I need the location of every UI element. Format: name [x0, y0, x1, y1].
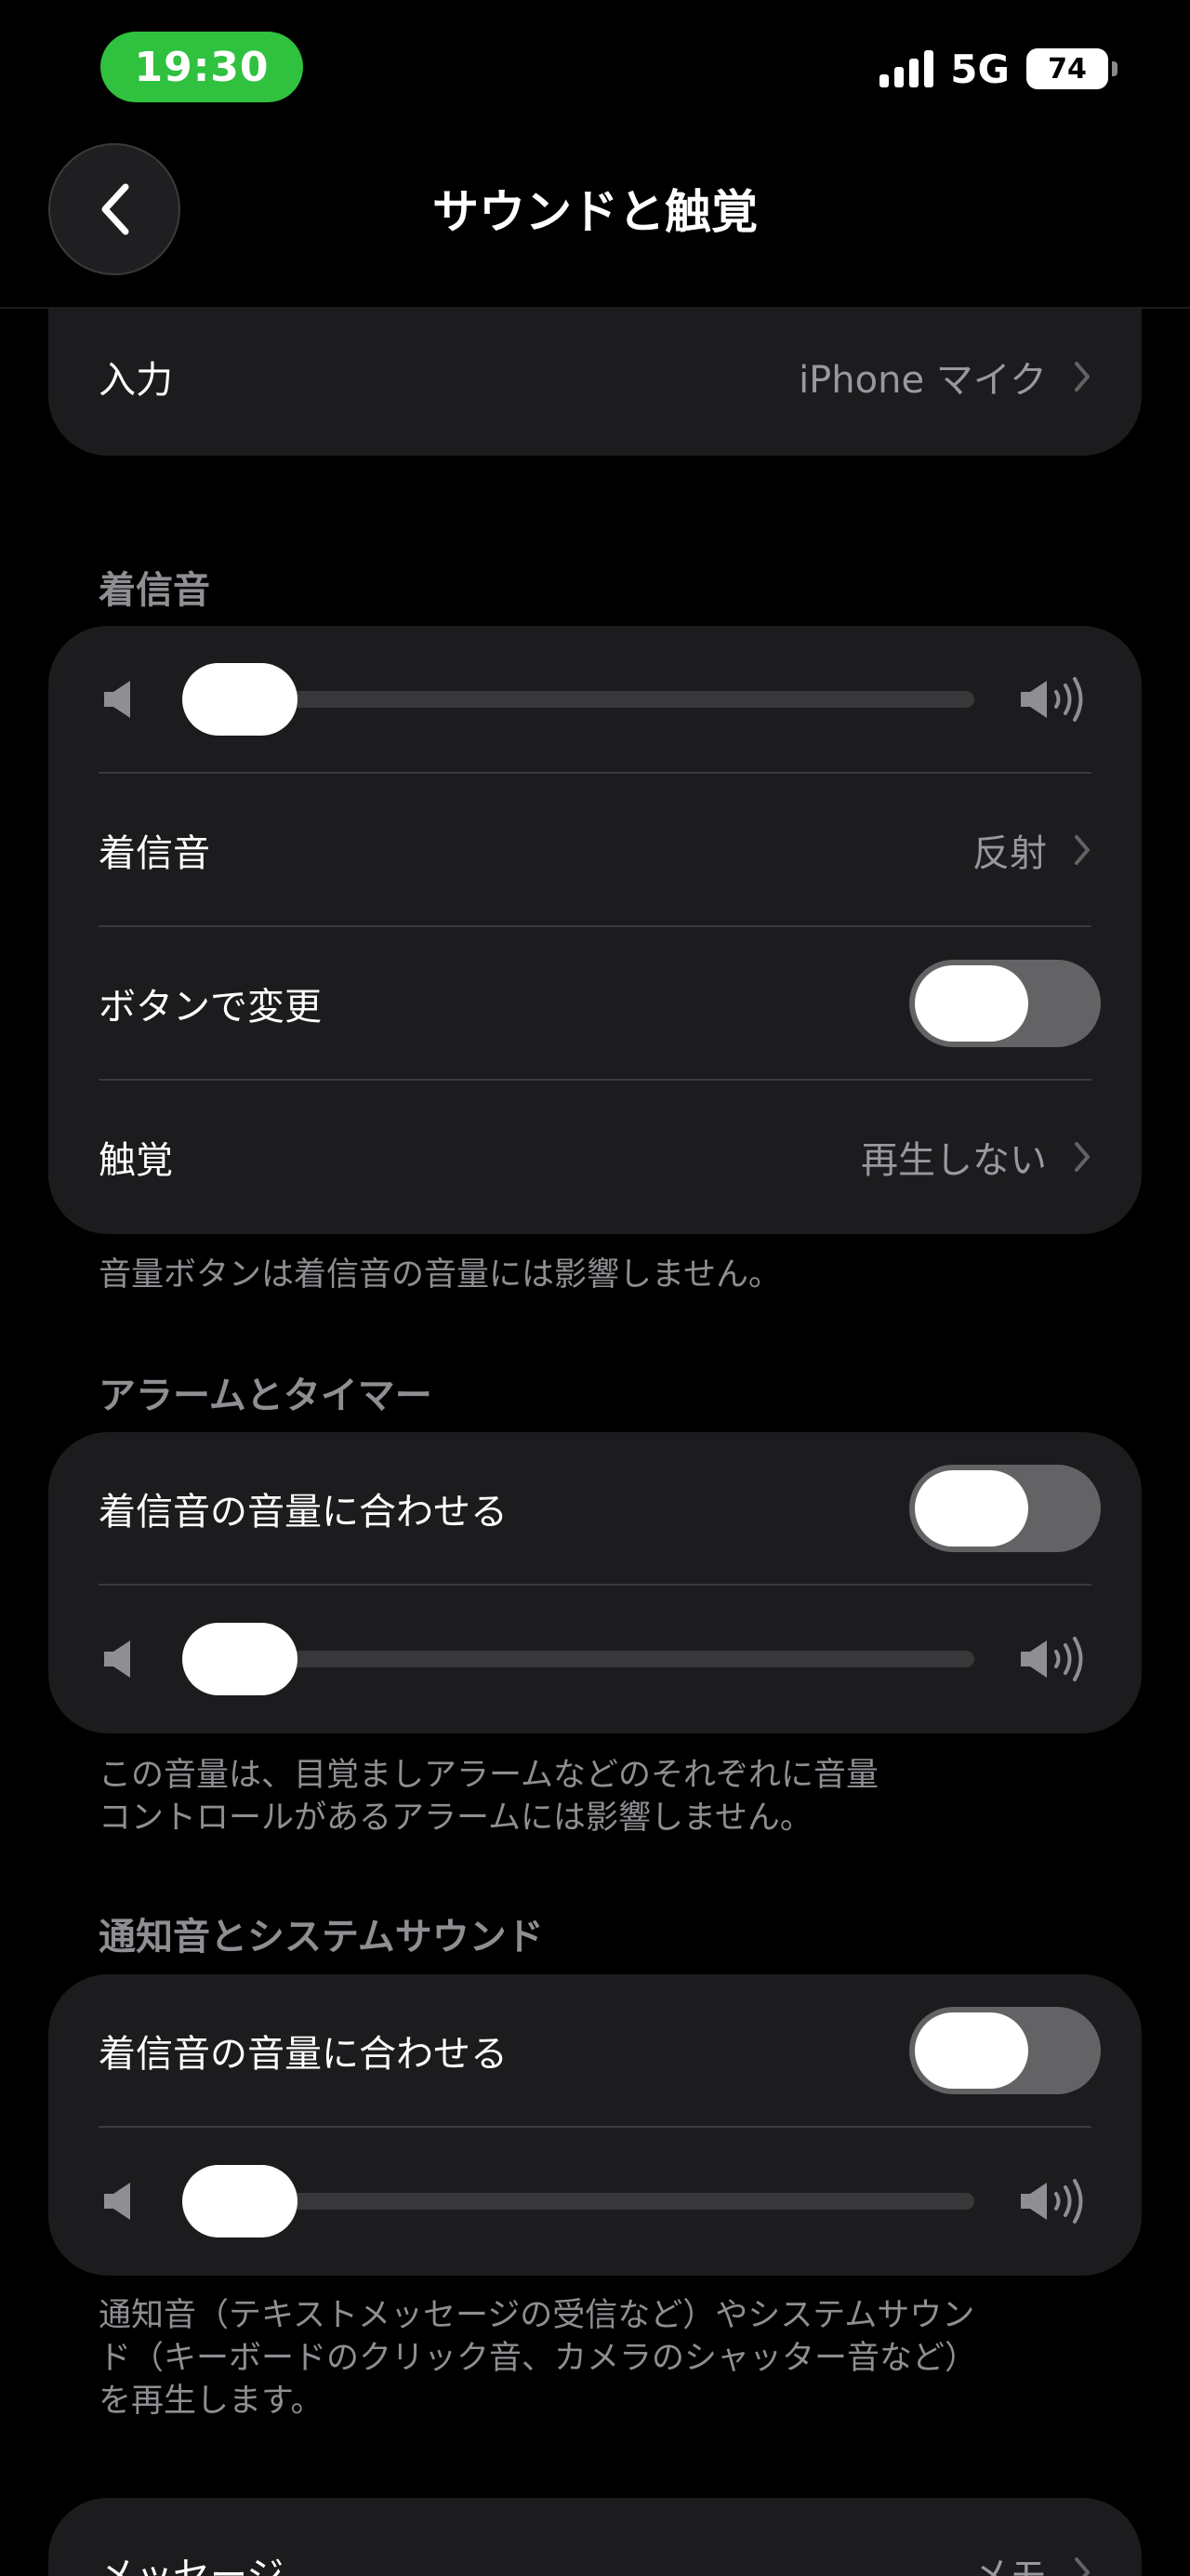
alarm-group: 着信音の音量に合わせる [48, 1432, 1142, 1733]
alarm-match-label: 着信音の音量に合わせる [99, 1490, 508, 1534]
ringtone-value: 反射 [972, 831, 1047, 875]
haptics-label: 触覚 [99, 1138, 173, 1182]
notification-footer-line2: ド（キーボードのクリック音、カメラのシャッター音など） [99, 2340, 978, 2377]
alarm-footer: この音量は、目覚ましアラームなどのそれぞれに音量 コントロールがあるアラームには… [99, 1754, 879, 1839]
status-time: 19:30 [100, 32, 303, 102]
slider-track [182, 691, 974, 708]
ringtone-volume-slider[interactable] [48, 626, 1142, 773]
alarm-section-header: アラームとタイマー [99, 1374, 432, 1417]
page-title: サウンドと触覚 [432, 185, 758, 239]
ringtone-row[interactable]: 着信音 反射 [48, 774, 1142, 925]
speaker-high-icon [1021, 1637, 1083, 1681]
input-row[interactable]: 入力 iPhone マイク [48, 307, 1142, 446]
cellular-signal-icon [879, 50, 934, 87]
notification-match-row: 着信音の音量に合わせる [48, 1974, 1142, 2126]
speaker-high-icon [1021, 2179, 1083, 2224]
speaker-low-icon [104, 681, 130, 718]
chevron-right-icon [1075, 1141, 1090, 1172]
haptics-row[interactable]: 触覚 再生しない [48, 1081, 1142, 1232]
slider-thumb[interactable] [182, 2165, 298, 2237]
ringtone-section-header: 着信音 [99, 569, 210, 612]
chevron-right-icon [1075, 834, 1090, 865]
messages-value: メモ [972, 2555, 1047, 2576]
notification-match-label: 着信音の音量に合わせる [99, 2032, 508, 2076]
toggle-knob [915, 1469, 1028, 1547]
input-group: 入力 iPhone マイク [48, 307, 1142, 456]
slider-track [182, 2193, 974, 2210]
messages-row[interactable]: メッセージ メモ [48, 2498, 1142, 2576]
input-value: iPhone マイク [799, 359, 1047, 402]
notification-footer-line3: を再生します。 [99, 2383, 324, 2420]
chevron-right-icon [1075, 362, 1090, 392]
notification-volume-slider[interactable] [48, 2128, 1142, 2275]
battery-level: 74 [1048, 52, 1087, 86]
alarm-match-toggle[interactable] [909, 1464, 1101, 1552]
speaker-low-icon [104, 2183, 130, 2220]
change-with-buttons-toggle[interactable] [909, 959, 1101, 1047]
alarm-footer-line1: この音量は、目覚ましアラームなどのそれぞれに音量 [99, 1757, 879, 1794]
status-indicators: 5G 74 [879, 46, 1117, 92]
notification-section-header: 通知音とシステムサウンド [99, 1916, 544, 1959]
change-with-buttons-label: ボタンで変更 [99, 985, 322, 1029]
sound-haptics-screen: 19:30 5G 74 サウンドと触覚 入力 iPhone マイク 着信音 着信… [0, 0, 1190, 2576]
messages-group: メッセージ メモ [48, 2498, 1142, 2576]
toggle-knob [915, 964, 1028, 1042]
ringtone-group: 着信音 反射 ボタンで変更 触覚 再生しない [48, 626, 1142, 1234]
alarm-match-row: 着信音の音量に合わせる [48, 1432, 1142, 1584]
slider-thumb[interactable] [182, 1623, 298, 1695]
toggle-knob [915, 2012, 1028, 2089]
slider-track [182, 1651, 974, 1667]
change-with-buttons-row: ボタンで変更 [48, 927, 1142, 1079]
notification-match-toggle[interactable] [909, 2006, 1101, 2094]
alarm-footer-line2: コントロールがあるアラームには影響しません。 [99, 1799, 813, 1837]
network-type: 5G [950, 46, 1010, 92]
notification-group: 着信音の音量に合わせる [48, 1974, 1142, 2276]
speaker-low-icon [104, 1640, 130, 1678]
messages-label: メッセージ [99, 2555, 284, 2576]
slider-thumb[interactable] [182, 663, 298, 736]
notification-footer-line1: 通知音（テキストメッセージの受信など）やシステムサウン [99, 2297, 975, 2334]
ringtone-footer: 音量ボタンは着信音の音量には影響しません。 [99, 1256, 781, 1294]
speaker-high-icon [1021, 677, 1083, 722]
input-label: 入力 [99, 359, 173, 402]
ringtone-label: 着信音 [99, 831, 210, 875]
notification-footer: 通知音（テキストメッセージの受信など）やシステムサウン ド（キーボードのクリック… [99, 2294, 977, 2423]
alarm-volume-slider[interactable] [48, 1586, 1142, 1733]
battery-icon: 74 [1026, 48, 1117, 89]
chevron-right-icon [1075, 2557, 1090, 2576]
haptics-value: 再生しない [861, 1138, 1047, 1182]
